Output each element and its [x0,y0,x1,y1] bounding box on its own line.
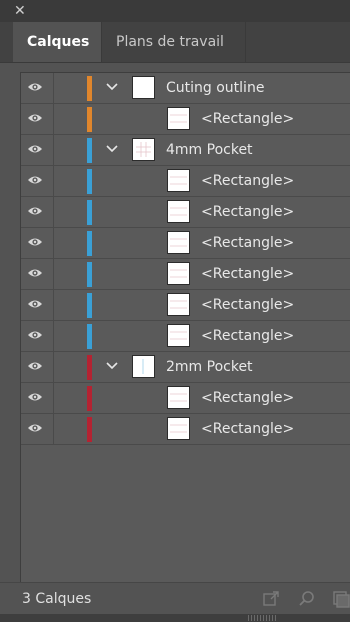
export-icon[interactable] [262,590,280,608]
new-layer-icon[interactable] [332,590,350,608]
resize-grip-bar [0,614,350,622]
column-divider [53,166,54,197]
object-row[interactable]: <Rectangle> [21,321,350,352]
layer-color-indicator [87,107,92,132]
layer-color-indicator [87,169,92,194]
tab-bar: Calques Plans de travail [0,22,350,63]
eye-icon[interactable] [27,143,43,155]
eye-icon[interactable] [27,391,43,403]
object-row[interactable]: <Rectangle> [21,414,350,445]
object-name[interactable]: <Rectangle> [201,290,294,321]
tab-plans-de-travail[interactable]: Plans de travail [101,22,246,62]
layer-color-indicator [87,355,92,380]
object-thumbnail [167,262,190,285]
layer-name[interactable]: 2mm Pocket [166,352,253,383]
layer-thumbnail [132,355,155,378]
layer-color-indicator [87,76,92,101]
layer-row[interactable]: Cuting outline [21,73,350,104]
layer-color-indicator [87,262,92,287]
eye-icon[interactable] [27,329,43,341]
object-thumbnail [167,386,190,409]
layer-color-indicator [87,138,92,163]
object-name[interactable]: <Rectangle> [201,321,294,352]
eye-icon[interactable] [27,112,43,124]
eye-icon[interactable] [27,236,43,248]
layer-color-indicator [87,324,92,349]
panel-titlebar: ✕ [0,0,350,22]
layer-color-indicator [87,386,92,411]
layer-row[interactable]: 2mm Pocket [21,352,350,383]
object-thumbnail [167,107,190,130]
close-icon[interactable]: ✕ [14,2,26,20]
eye-icon[interactable] [27,174,43,186]
panel-footer: 3 Calques [0,582,350,615]
tab-calques[interactable]: Calques [13,22,101,62]
object-name[interactable]: <Rectangle> [201,383,294,414]
layer-color-indicator [87,231,92,256]
object-row[interactable]: <Rectangle> [21,259,350,290]
layer-name[interactable]: 4mm Pocket [166,135,253,166]
layer-name[interactable]: Cuting outline [166,73,264,104]
resize-grip[interactable] [248,615,278,621]
object-thumbnail [167,293,190,316]
eye-icon[interactable] [27,422,43,434]
layer-color-indicator [87,293,92,318]
object-name[interactable]: <Rectangle> [201,197,294,228]
object-thumbnail [167,231,190,254]
object-name[interactable]: <Rectangle> [201,228,294,259]
object-row[interactable]: <Rectangle> [21,104,350,135]
column-divider [53,73,54,104]
object-row[interactable]: <Rectangle> [21,228,350,259]
layer-thumbnail [132,138,155,161]
column-divider [53,135,54,166]
column-divider [53,197,54,228]
layer-row[interactable]: 4mm Pocket [21,135,350,166]
layer-count: 3 Calques [22,591,92,607]
object-name[interactable]: <Rectangle> [201,414,294,445]
layer-thumbnail [132,76,155,99]
column-divider [53,321,54,352]
object-row[interactable]: <Rectangle> [21,383,350,414]
object-thumbnail [167,169,190,192]
object-name[interactable]: <Rectangle> [201,259,294,290]
layer-color-indicator [87,200,92,225]
column-divider [53,383,54,414]
object-thumbnail [167,417,190,440]
object-row[interactable]: <Rectangle> [21,166,350,197]
chevron-down-icon[interactable] [105,358,119,372]
object-row[interactable]: <Rectangle> [21,197,350,228]
column-divider [53,414,54,445]
chevron-down-icon[interactable] [105,141,119,155]
object-name[interactable]: <Rectangle> [201,104,294,135]
eye-icon[interactable] [27,267,43,279]
object-thumbnail [167,200,190,223]
object-name[interactable]: <Rectangle> [201,166,294,197]
eye-icon[interactable] [27,205,43,217]
object-row[interactable]: <Rectangle> [21,290,350,321]
eye-icon[interactable] [27,81,43,93]
eye-icon[interactable] [27,298,43,310]
column-divider [53,352,54,383]
object-thumbnail [167,324,190,347]
column-divider [53,228,54,259]
column-divider [53,104,54,135]
eye-icon[interactable] [27,360,43,372]
search-icon[interactable] [298,590,316,608]
chevron-down-icon[interactable] [105,79,119,93]
layer-color-indicator [87,417,92,442]
layers-list: Cuting outline <Rectangle> 4mm Pocket <Rect… [20,72,350,583]
column-divider [53,290,54,321]
column-divider [53,259,54,290]
